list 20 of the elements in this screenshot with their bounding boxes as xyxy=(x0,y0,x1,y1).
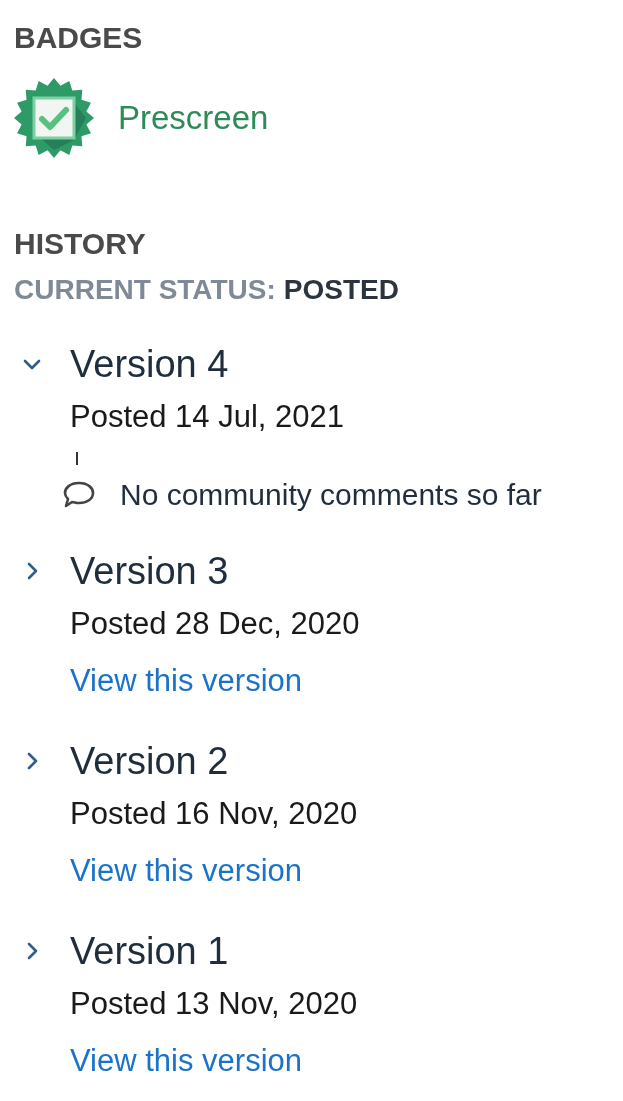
section-heading: HISTORY xyxy=(14,226,147,262)
badge-seal-icon xyxy=(14,78,94,158)
badge-label: Prescreen xyxy=(118,99,269,137)
status-label: CURRENT STATUS: xyxy=(14,273,276,307)
section-heading: BADGES xyxy=(14,20,144,56)
speech-bubble-icon xyxy=(62,480,96,510)
version-title: Version 3 xyxy=(70,549,229,594)
version-title: Version 1 xyxy=(70,929,229,974)
version-title: Version 4 xyxy=(70,342,229,387)
posted-date: Posted 28 Dec, 2020 xyxy=(70,605,361,643)
view-version-link[interactable]: View this version xyxy=(70,1039,303,1083)
version-title: Version 2 xyxy=(70,739,229,784)
view-version-link[interactable]: View this version xyxy=(70,659,303,703)
posted-date: Posted 13 Nov, 2020 xyxy=(70,985,359,1023)
comment-note: No community comments so far xyxy=(120,477,542,513)
status-value: POSTED xyxy=(283,273,399,307)
posted-date: Posted 14 Jul, 2021 xyxy=(70,398,346,436)
timeline-mark xyxy=(76,452,78,465)
posted-date: Posted 16 Nov, 2020 xyxy=(70,795,359,833)
view-version-link[interactable]: View this version xyxy=(70,849,303,893)
